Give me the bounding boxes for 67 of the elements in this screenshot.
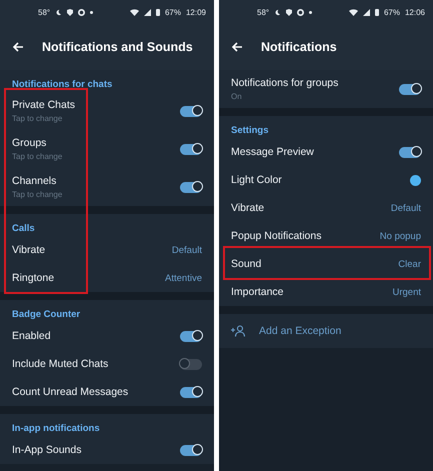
toggle-switch[interactable] <box>180 444 202 456</box>
toggle-switch[interactable] <box>180 106 202 116</box>
shield-icon <box>286 8 292 16</box>
setting-label: Importance <box>231 286 284 298</box>
setting-value[interactable]: Urgent <box>392 286 421 298</box>
dot-icon <box>90 10 94 14</box>
clock: 12:09 <box>186 8 206 16</box>
setting-subtitle: Tap to change <box>12 152 62 161</box>
battery-percent: 67% <box>384 8 400 16</box>
setting-label: Vibrate <box>231 202 264 214</box>
setting-subtitle: Tap to change <box>12 114 64 123</box>
screen-title: Notifications <box>261 40 337 54</box>
setting-label: Sound <box>231 258 262 270</box>
moon-icon <box>274 8 282 16</box>
wifi-icon <box>130 8 139 16</box>
setting-label: Count Unread Messages <box>12 386 128 398</box>
setting-label: Vibrate <box>12 244 46 256</box>
setting-value[interactable]: Clear <box>398 258 421 270</box>
setting-value[interactable]: Default <box>172 244 202 256</box>
setting-subtitle: On <box>231 92 243 101</box>
section-heading: Badge Counter <box>11 308 82 322</box>
add-exception-link[interactable]: Add an Exception <box>259 325 342 337</box>
back-arrow-icon[interactable] <box>12 41 24 53</box>
toggle-switch[interactable] <box>180 330 202 342</box>
setting-label: Groups <box>12 137 48 149</box>
back-arrow-icon[interactable] <box>231 41 243 53</box>
signal-icon <box>362 8 370 16</box>
toggle-switch[interactable] <box>399 84 421 94</box>
section-heading: In-app notifications <box>11 422 101 436</box>
temperature: 58° <box>257 8 270 16</box>
setting-label: Message Preview <box>231 146 314 158</box>
toggle-switch[interactable] <box>180 386 202 398</box>
toggle-switch[interactable] <box>180 144 202 154</box>
signal-icon <box>144 8 151 16</box>
wifi-icon <box>348 8 358 16</box>
toggle-switch[interactable] <box>180 182 202 192</box>
setting-label: Light Color <box>231 174 282 186</box>
clock: 12:06 <box>404 8 425 16</box>
section-heading: Settings <box>230 124 270 138</box>
battery-percent: 67% <box>164 8 181 16</box>
setting-label: Private Chats <box>12 99 76 111</box>
battery-icon <box>374 8 379 16</box>
setting-label: Include Muted Chats <box>12 358 108 370</box>
setting-value[interactable]: No popup <box>380 230 421 242</box>
temperature: 58° <box>38 8 50 16</box>
toggle-switch[interactable] <box>399 146 421 158</box>
setting-value[interactable]: Attentive <box>165 272 202 284</box>
section-heading: Notifications for chats <box>11 78 114 92</box>
circle-icon <box>297 8 304 16</box>
color-dot[interactable] <box>410 174 421 186</box>
setting-label: Enabled <box>12 330 51 342</box>
circle-icon <box>78 8 86 16</box>
section-heading: Calls <box>11 222 36 236</box>
add-person-icon <box>231 325 245 337</box>
setting-value[interactable]: Default <box>390 202 421 214</box>
setting-label: In-App Sounds <box>12 444 82 456</box>
setting-label: Notifications for groups <box>231 77 338 89</box>
setting-label: Ringtone <box>12 272 54 284</box>
battery-icon <box>156 8 160 16</box>
screen-title: Notifications and Sounds <box>42 40 193 54</box>
shield-icon <box>67 8 74 16</box>
setting-label: Popup Notifications <box>231 230 322 242</box>
setting-subtitle: Tap to change <box>12 190 62 199</box>
moon-icon <box>55 8 62 16</box>
toggle-switch[interactable] <box>180 358 202 370</box>
dot-icon <box>309 10 312 14</box>
setting-label: Channels <box>12 175 58 187</box>
